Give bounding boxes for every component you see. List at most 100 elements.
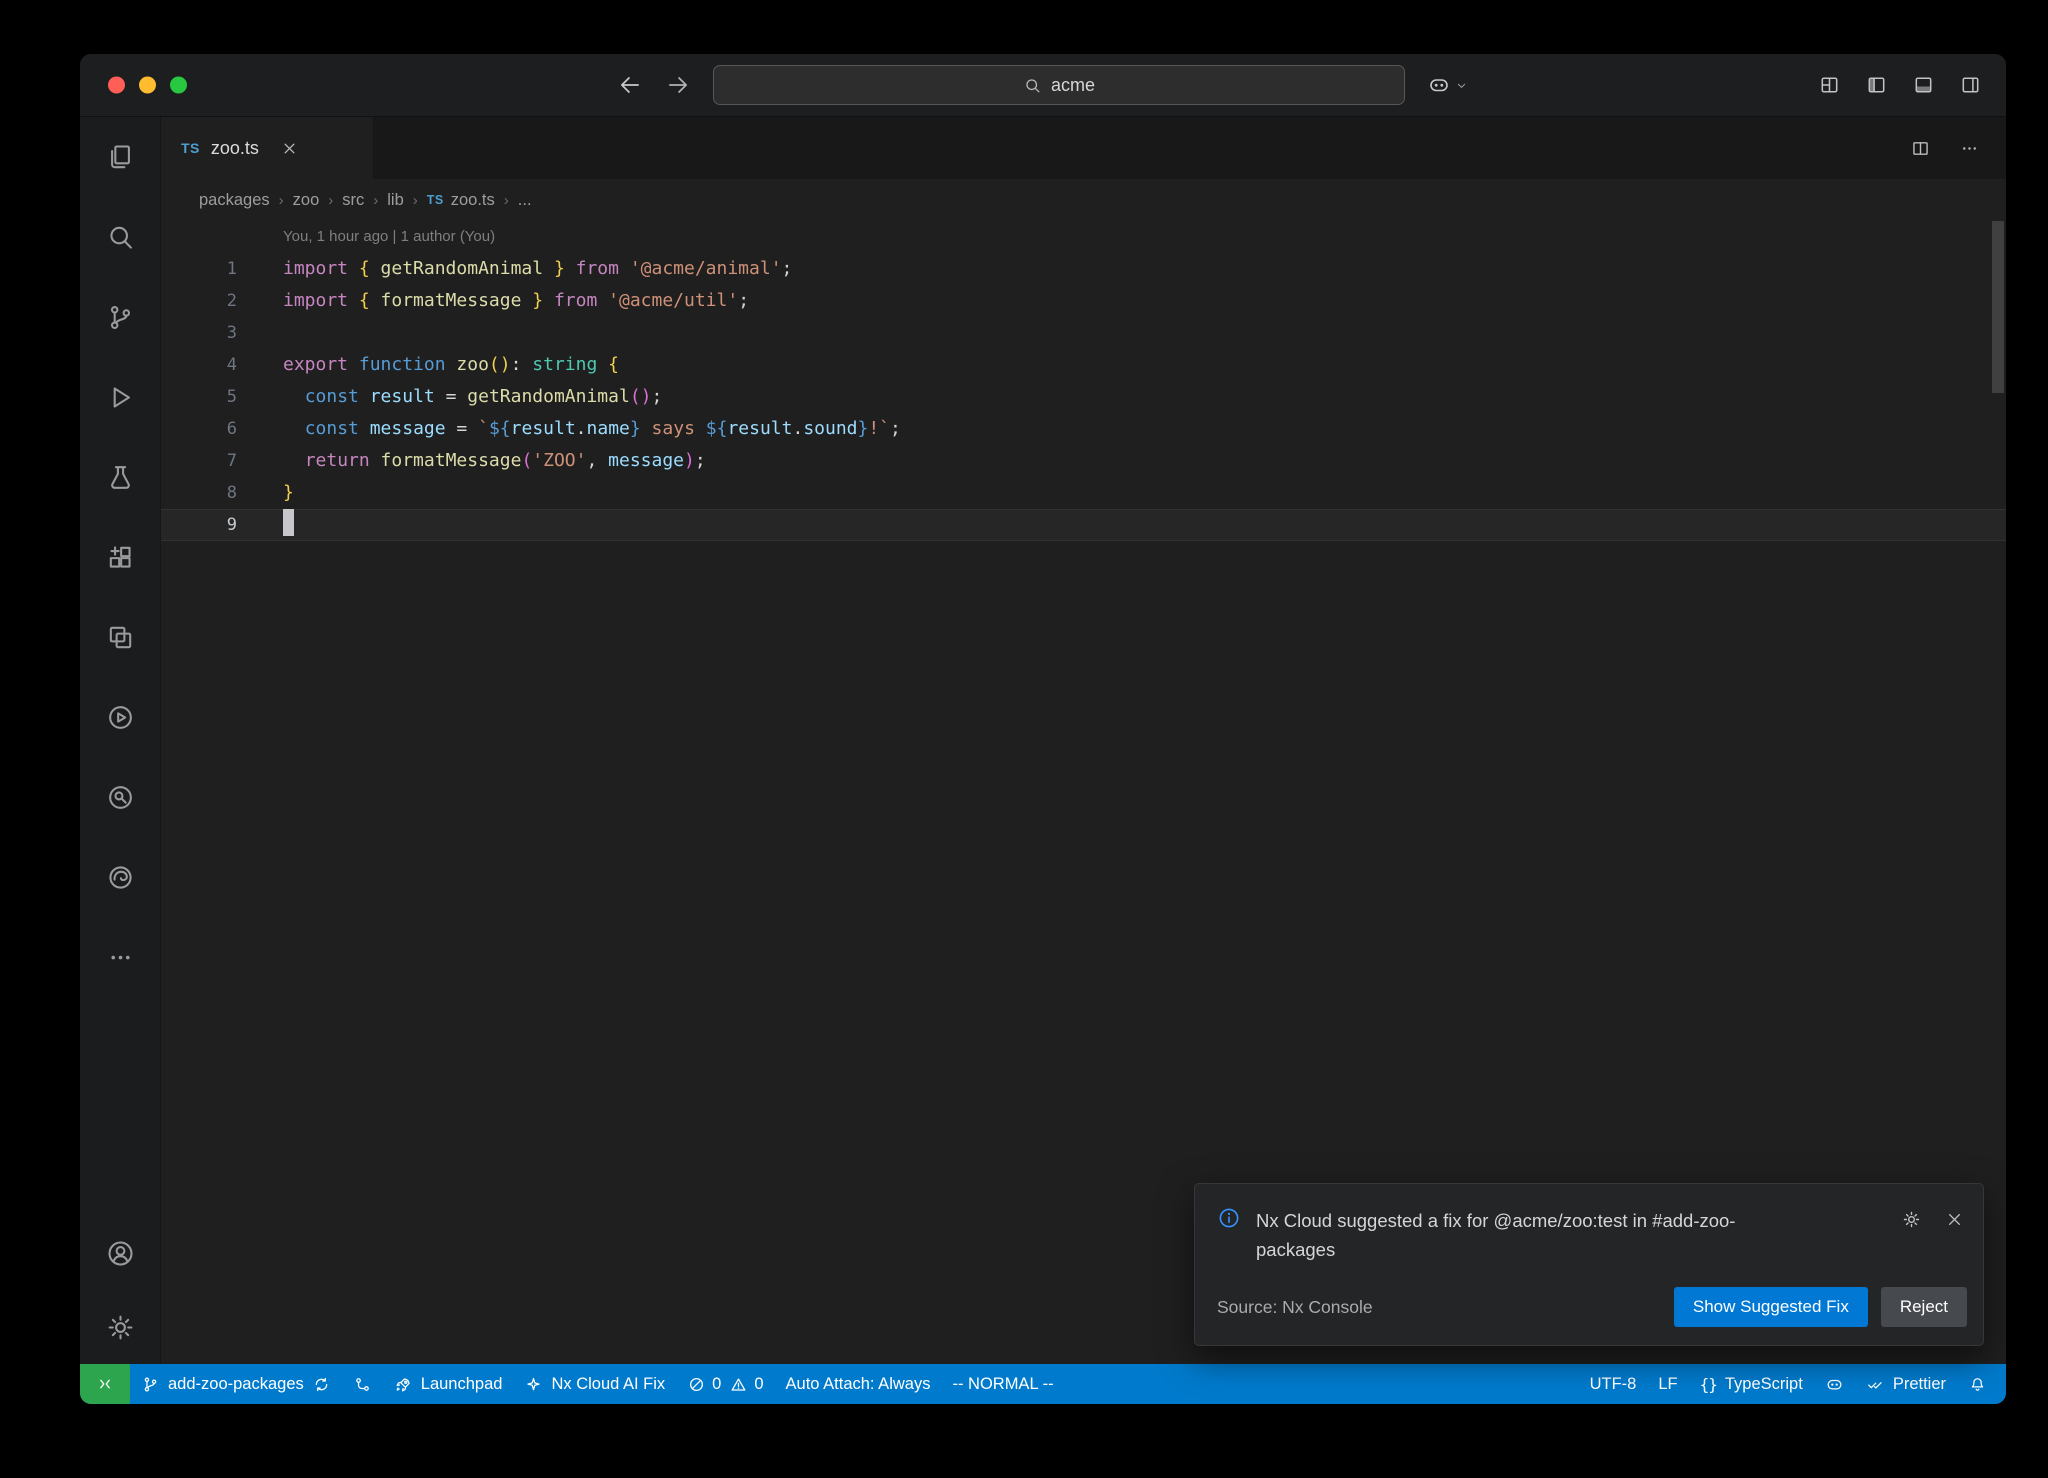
chevron-right-icon: › <box>373 192 378 209</box>
copilot-icon <box>1427 73 1451 97</box>
commit-graph-button[interactable] <box>342 1364 383 1404</box>
line-number: 8 <box>161 477 237 509</box>
tab-label: zoo.ts <box>211 138 259 159</box>
account-icon[interactable] <box>80 1216 160 1290</box>
chevron-right-icon: › <box>279 192 284 209</box>
code-line[interactable]: 3 <box>161 317 2006 349</box>
breadcrumb-item[interactable]: zoo <box>293 191 320 210</box>
remote-indicator[interactable] <box>80 1364 130 1404</box>
breadcrumb-item[interactable]: src <box>342 191 364 210</box>
tab-close-icon[interactable] <box>280 139 299 158</box>
line-number: 4 <box>161 349 237 381</box>
back-icon[interactable] <box>617 72 643 98</box>
line-number: 6 <box>161 413 237 445</box>
breadcrumb-item-file[interactable]: TS zoo.ts <box>427 191 495 210</box>
tab-bar: TS zoo.ts <box>161 117 2006 179</box>
play-circle-icon[interactable] <box>80 677 160 757</box>
typescript-file-icon: TS <box>181 140 200 156</box>
close-window-button[interactable] <box>108 77 125 94</box>
notification-close-icon[interactable] <box>1944 1209 1965 1230</box>
editor-scrollbar[interactable] <box>1992 221 2004 393</box>
copilot-status-item[interactable] <box>1814 1364 1855 1404</box>
more-actions-icon[interactable] <box>1959 138 1980 159</box>
search-icon <box>1023 76 1042 95</box>
vim-block-cursor <box>283 509 294 536</box>
forward-icon[interactable] <box>665 72 691 98</box>
commit-graph-icon <box>353 1375 372 1394</box>
vscode-window: acme <box>80 54 2006 1404</box>
code-line[interactable]: 2import { formatMessage } from '@acme/ut… <box>161 285 2006 317</box>
extensions-icon[interactable] <box>80 517 160 597</box>
notification-settings-gear-icon[interactable] <box>1901 1209 1922 1230</box>
show-suggested-fix-button[interactable]: Show Suggested Fix <box>1674 1287 1868 1327</box>
nx-console-icon[interactable] <box>80 597 160 677</box>
more-views-icon[interactable] <box>80 917 160 997</box>
eol-item[interactable]: LF <box>1647 1364 1688 1404</box>
typescript-file-icon: TS <box>427 193 444 207</box>
chevron-right-icon: › <box>328 192 333 209</box>
info-icon <box>1217 1206 1241 1230</box>
error-icon <box>687 1375 706 1394</box>
launchpad-button[interactable]: Launchpad <box>383 1364 514 1404</box>
search-view-icon[interactable] <box>80 197 160 277</box>
customize-layout-icon[interactable] <box>1818 74 1841 97</box>
breadcrumb-item[interactable]: lib <box>387 191 404 210</box>
search-value: acme <box>1051 75 1095 96</box>
command-center-search[interactable]: acme <box>713 65 1405 105</box>
git-branch-icon <box>141 1375 160 1394</box>
line-number: 5 <box>161 381 237 413</box>
layout-controls <box>1818 74 1982 97</box>
launchpad-label: Launchpad <box>421 1375 503 1394</box>
branch-item[interactable]: add-zoo-packages <box>130 1364 342 1404</box>
minimize-window-button[interactable] <box>139 77 156 94</box>
gitlens-blame-annotation[interactable]: You, 1 hour ago | 1 author (You) <box>283 223 2006 253</box>
breadcrumb-item[interactable]: packages <box>199 191 270 210</box>
chevron-down-icon <box>1454 78 1469 93</box>
code-line[interactable]: 9 <box>161 509 2006 541</box>
code-line[interactable]: 7 return formatMessage('ZOO', message); <box>161 445 2006 477</box>
auto-attach-item[interactable]: Auto Attach: Always <box>775 1364 942 1404</box>
toggle-panel-icon[interactable] <box>1912 74 1935 97</box>
vim-mode-indicator[interactable]: -- NORMAL -- <box>941 1364 1064 1404</box>
inspect-circle-icon[interactable] <box>80 757 160 837</box>
source-control-icon[interactable] <box>80 277 160 357</box>
window-controls <box>108 77 187 94</box>
explorer-icon[interactable] <box>80 117 160 197</box>
testing-icon[interactable] <box>80 437 160 517</box>
edge-tools-icon[interactable] <box>80 837 160 917</box>
notifications-bell-item[interactable] <box>1957 1364 1998 1404</box>
toggle-primary-sidebar-icon[interactable] <box>1865 74 1888 97</box>
notification-source: Source: Nx Console <box>1217 1297 1373 1318</box>
toggle-secondary-sidebar-icon[interactable] <box>1959 74 1982 97</box>
run-debug-icon[interactable] <box>80 357 160 437</box>
problems-button[interactable]: 0 0 <box>676 1364 774 1404</box>
copilot-menu-button[interactable] <box>1427 73 1469 97</box>
zoom-window-button[interactable] <box>170 77 187 94</box>
chevron-right-icon: › <box>504 192 509 209</box>
nx-cloud-ai-fix-button[interactable]: Nx Cloud AI Fix <box>513 1364 676 1404</box>
status-bar: add-zoo-packages Launchpad Nx Cloud AI F… <box>80 1364 2006 1404</box>
bell-icon <box>1968 1375 1987 1394</box>
reject-button[interactable]: Reject <box>1881 1287 1967 1327</box>
code-line[interactable]: 5 const result = getRandomAnimal(); <box>161 381 2006 413</box>
ai-sparkle-icon <box>524 1375 543 1394</box>
line-number: 3 <box>161 317 237 349</box>
breadcrumb: packages › zoo › src › lib › TS zoo.ts ›… <box>161 179 2006 221</box>
branch-name: add-zoo-packages <box>168 1375 304 1394</box>
rocket-icon <box>394 1375 413 1394</box>
code-lines: 1import { getRandomAnimal } from '@acme/… <box>161 253 2006 541</box>
code-line[interactable]: 4export function zoo(): string { <box>161 349 2006 381</box>
formatter-item[interactable]: Prettier <box>1855 1364 1957 1404</box>
encoding-item[interactable]: UTF-8 <box>1579 1364 1648 1404</box>
warning-count: 0 <box>754 1375 763 1394</box>
notification-message: Nx Cloud suggested a fix for @acme/zoo:t… <box>1256 1206 1808 1265</box>
code-line[interactable]: 6 const message = `${result.name} says $… <box>161 413 2006 445</box>
code-line[interactable]: 8} <box>161 477 2006 509</box>
settings-gear-icon[interactable] <box>80 1290 160 1364</box>
code-line[interactable]: 1import { getRandomAnimal } from '@acme/… <box>161 253 2006 285</box>
breadcrumb-item-symbol[interactable]: ... <box>518 191 532 210</box>
double-check-icon <box>1866 1375 1885 1394</box>
tab-zoo-ts[interactable]: TS zoo.ts <box>161 117 374 179</box>
split-editor-icon[interactable] <box>1910 138 1931 159</box>
language-mode-item[interactable]: {} TypeScript <box>1689 1364 1814 1404</box>
